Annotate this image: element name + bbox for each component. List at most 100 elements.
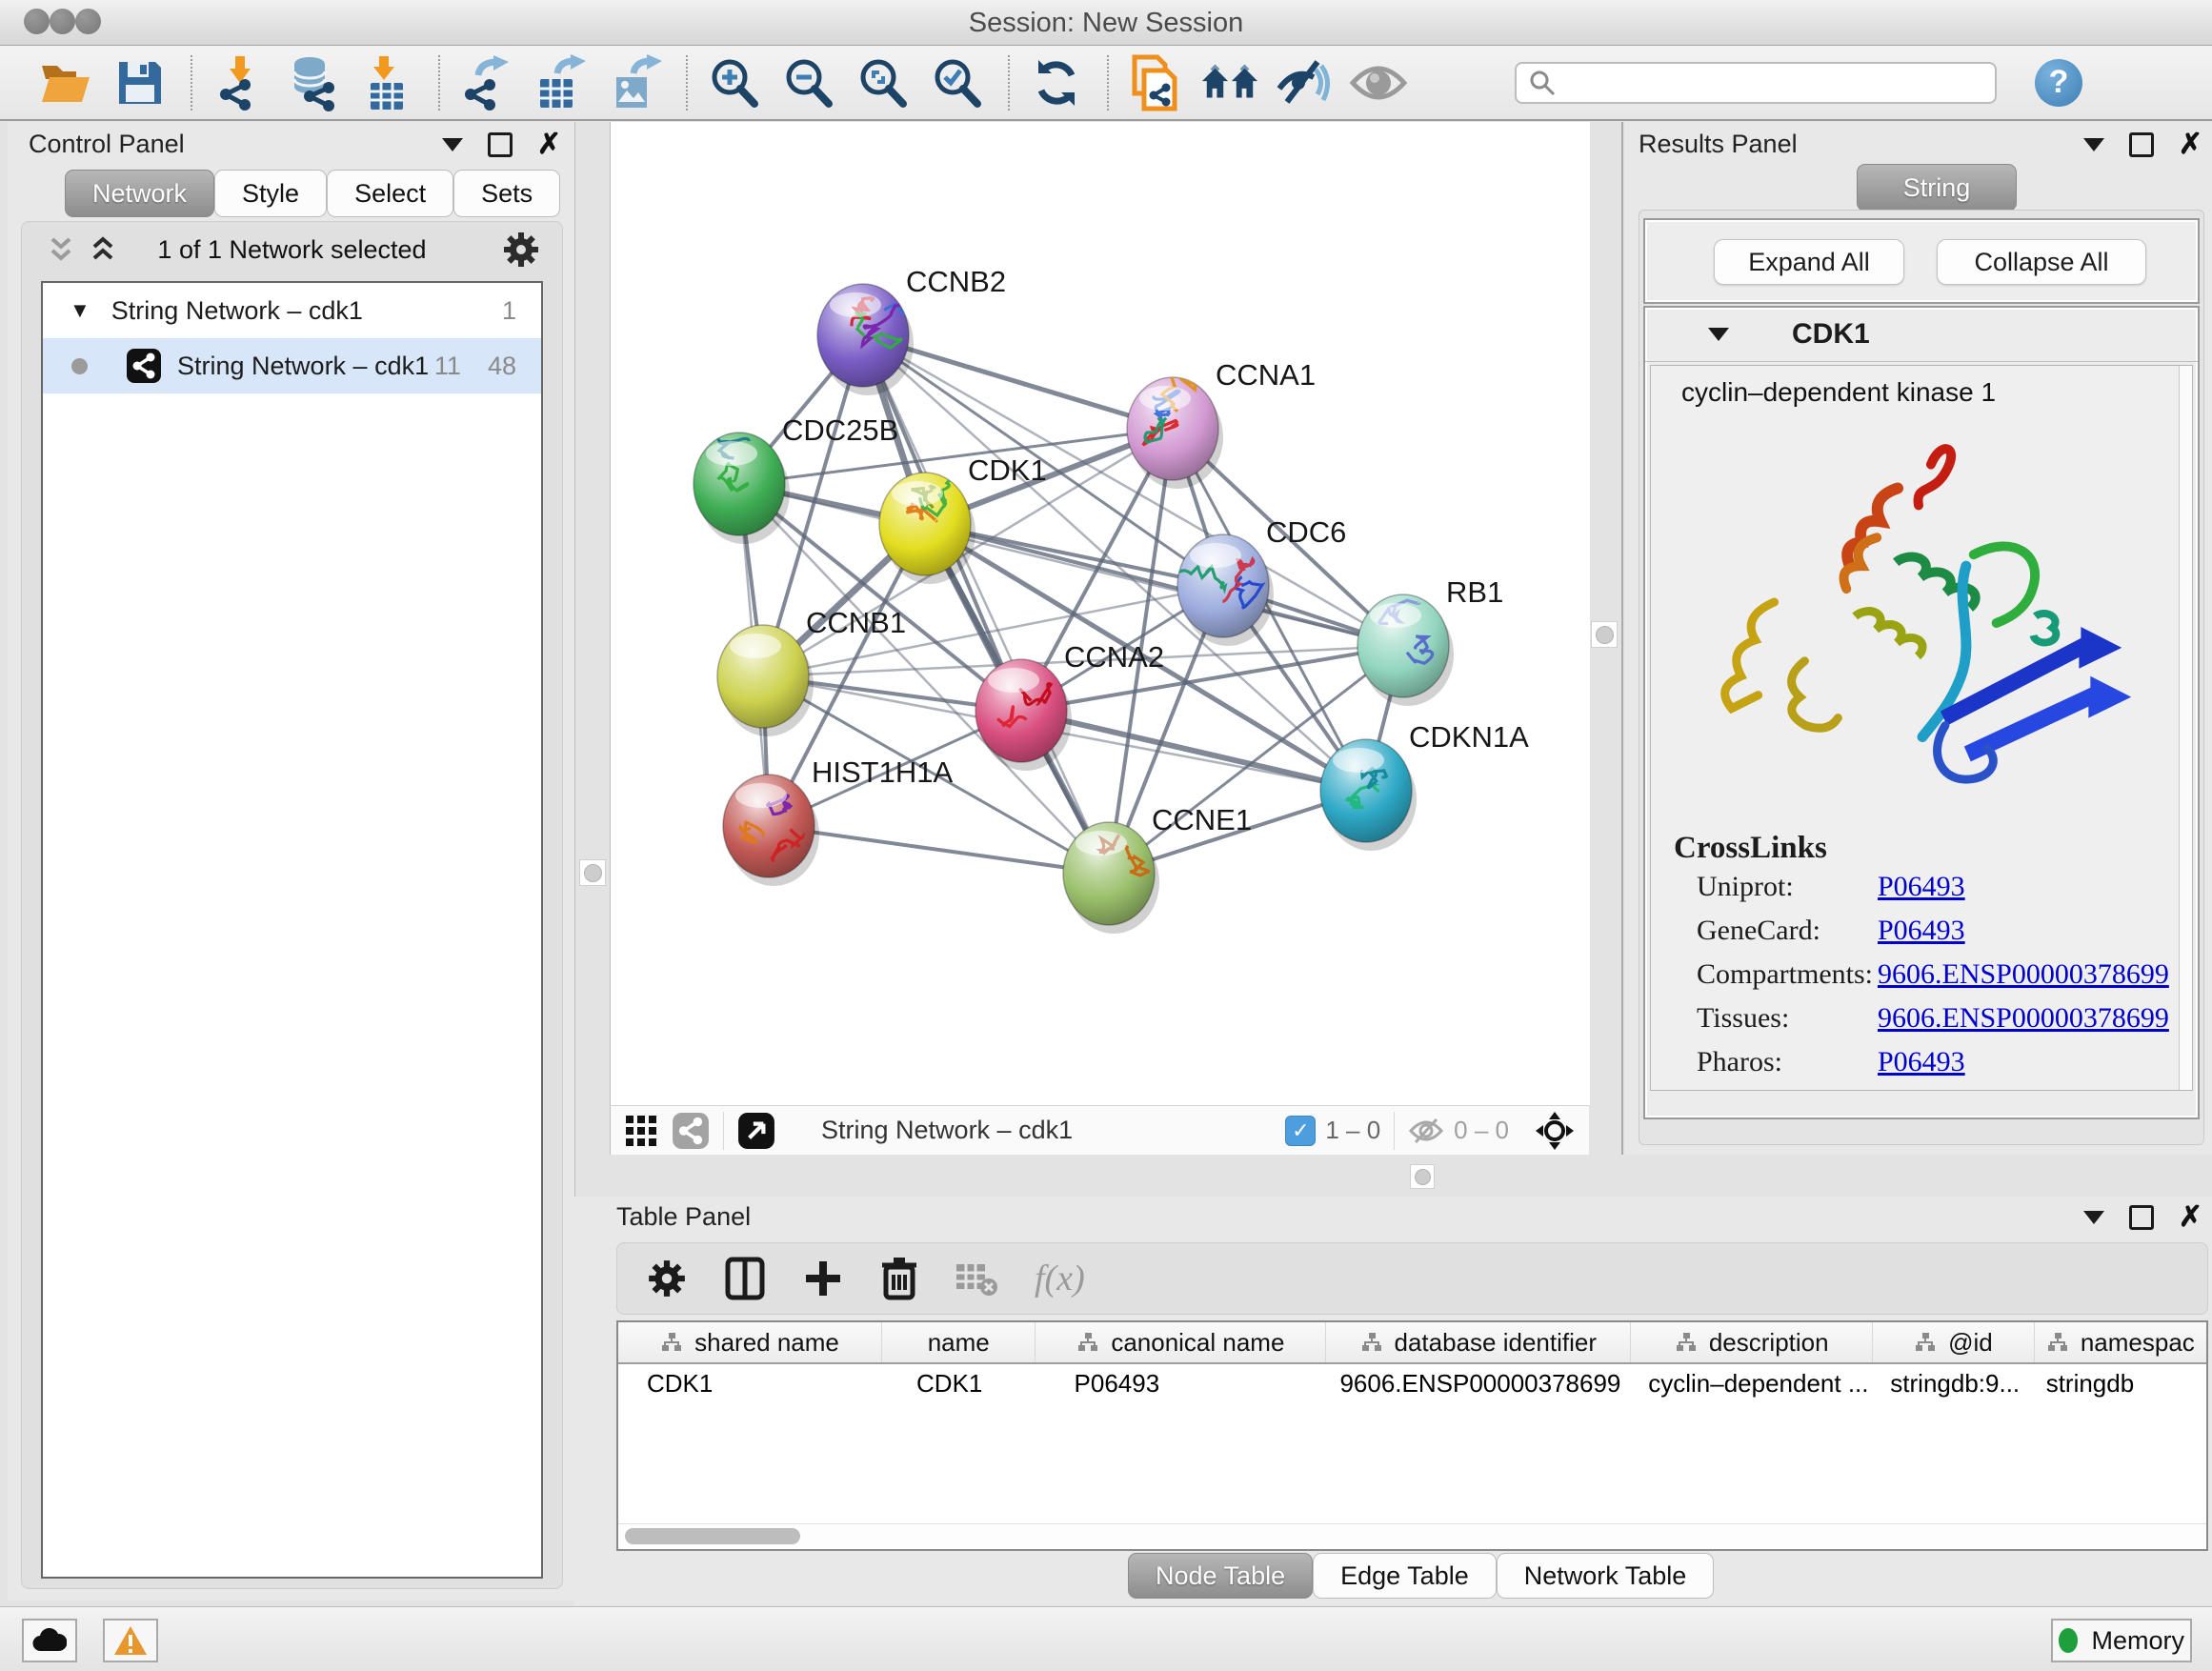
save-session-button[interactable] <box>111 53 170 112</box>
float-panel-icon[interactable] <box>488 132 513 157</box>
table-splitter-handle[interactable] <box>1410 1164 1435 1189</box>
memory-button[interactable]: Memory <box>2051 1619 2192 1662</box>
network-row-selected[interactable]: String Network – cdk1 11 48 <box>43 338 541 393</box>
delete-table-button[interactable] <box>955 1260 998 1297</box>
zoom-selected-button[interactable] <box>928 53 987 112</box>
import-table-button[interactable] <box>358 53 417 112</box>
gene-section-header[interactable]: CDK1 <box>1645 308 2198 362</box>
gear-icon[interactable] <box>501 230 541 270</box>
hide-selected-button[interactable] <box>1275 53 1334 112</box>
uniprot-link[interactable]: P06493 <box>1878 871 1965 903</box>
export-image-button[interactable] <box>606 53 665 112</box>
column-header[interactable]: namespac <box>2035 1322 2206 1362</box>
help-button[interactable]: ? <box>2035 59 2082 107</box>
network-status-dot <box>71 358 88 374</box>
network-collection-row[interactable]: ▼ String Network – cdk1 1 <box>43 283 541 338</box>
network-view-title: String Network – cdk1 <box>821 1116 1285 1145</box>
close-panel-icon[interactable]: ✗ <box>2179 135 2202 154</box>
tab-edge-table[interactable]: Edge Table <box>1313 1553 1497 1599</box>
tab-select[interactable]: Select <box>327 170 453 217</box>
gene-collapse-icon[interactable] <box>1708 328 1729 341</box>
toolbar-separator <box>1394 1112 1395 1150</box>
scrollbar-thumb[interactable] <box>625 1528 800 1544</box>
results-splitter[interactable] <box>1621 122 1623 1155</box>
toolbar-separator <box>1107 55 1109 111</box>
hierarchy-icon <box>1675 1332 1698 1353</box>
main-toolbar: ? <box>0 46 2212 121</box>
hidden-eye-icon[interactable] <box>1408 1117 1444 1145</box>
tab-string[interactable]: String <box>1857 164 2017 211</box>
column-header[interactable]: canonical name <box>1036 1322 1326 1362</box>
selected-nodes-checkbox[interactable]: ✓ <box>1285 1116 1316 1146</box>
export-network-button[interactable] <box>457 53 516 112</box>
table-horizontal-scrollbar[interactable] <box>618 1523 2206 1549</box>
refresh-button[interactable] <box>1027 53 1086 112</box>
column-header[interactable]: description <box>1631 1322 1873 1362</box>
show-all-button[interactable] <box>1349 53 1408 112</box>
table-row[interactable]: CDK1 CDK1 P06493 9606.ENSP00000378699 cy… <box>618 1364 2206 1402</box>
zoom-out-button[interactable] <box>779 53 838 112</box>
left-splitter-handle[interactable] <box>579 859 606 886</box>
expand-all-button[interactable]: Expand All <box>1714 239 1904 285</box>
compartments-link[interactable]: 9606.ENSP00000378699 <box>1878 958 2169 991</box>
zoom-in-button[interactable] <box>705 53 764 112</box>
tab-node-table[interactable]: Node Table <box>1128 1553 1313 1599</box>
genecard-link[interactable]: P06493 <box>1878 915 1965 947</box>
import-network-from-database-button[interactable] <box>284 53 343 112</box>
column-header[interactable]: name <box>882 1322 1036 1362</box>
save-session-icon <box>115 58 165 108</box>
tissues-link[interactable]: 9606.ENSP00000378699 <box>1878 1002 2169 1035</box>
close-panel-icon[interactable]: ✗ <box>2179 1208 2202 1227</box>
toolbar-separator <box>723 1112 724 1150</box>
function-builder-button[interactable]: f(x) <box>1035 1258 1085 1299</box>
network-view-toolbar: String Network – cdk1 ✓ 1 – 0 0 – 0 <box>610 1105 1589 1155</box>
tab-style[interactable]: Style <box>214 170 327 217</box>
export-table-button[interactable] <box>532 53 591 112</box>
float-panel-icon[interactable] <box>2129 1205 2154 1230</box>
panel-menu-icon[interactable] <box>2083 1211 2104 1224</box>
pharos-link[interactable]: P06493 <box>1878 1046 1965 1078</box>
toolbar-separator <box>686 55 688 111</box>
node-label: CCNA1 <box>1216 358 1316 392</box>
network-view-icon[interactable] <box>672 1112 710 1150</box>
collection-count: 1 <box>502 296 516 326</box>
delete-column-button[interactable] <box>880 1256 918 1301</box>
close-panel-icon[interactable]: ✗ <box>537 135 561 154</box>
detach-view-icon[interactable] <box>737 1112 775 1150</box>
clone-network-button[interactable] <box>1126 53 1185 112</box>
show-column-button[interactable] <box>724 1256 766 1301</box>
cloud-button[interactable] <box>22 1619 77 1662</box>
zoom-fit-button[interactable] <box>854 53 913 112</box>
open-session-button[interactable] <box>36 53 95 112</box>
right-splitter-handle[interactable] <box>1591 621 1618 648</box>
column-header[interactable]: database identifier <box>1326 1322 1631 1362</box>
network-selection-status: 1 of 1 Network selected <box>22 235 562 265</box>
column-header[interactable]: @id <box>1873 1322 2034 1362</box>
tab-sets[interactable]: Sets <box>453 170 560 217</box>
search-input[interactable] <box>1515 62 1997 104</box>
first-neighbors-button[interactable] <box>1200 53 1259 112</box>
import-network-from-file-button[interactable] <box>210 53 269 112</box>
collection-expand-icon[interactable]: ▼ <box>70 298 90 323</box>
tab-network[interactable]: Network <box>65 170 214 217</box>
birdseye-icon[interactable] <box>1534 1110 1576 1152</box>
node-label: HIST1H1A <box>812 755 953 789</box>
column-header[interactable]: shared name <box>618 1322 882 1362</box>
selected-counts: 1 – 0 <box>1325 1116 1380 1145</box>
panel-menu-icon[interactable] <box>2083 138 2104 151</box>
network-canvas[interactable]: CCNB2CCNA1CDC25BCDK1CDC6RB1CCNB1CCNA2CDK… <box>610 122 1590 1105</box>
create-column-button[interactable] <box>802 1258 844 1299</box>
panel-menu-icon[interactable] <box>442 138 463 151</box>
network-node-count: 11 <box>434 352 461 381</box>
collapse-all-button[interactable]: Collapse All <box>1937 239 2146 285</box>
warnings-button[interactable] <box>103 1619 158 1662</box>
crosslink-label: Tissues: <box>1697 1002 1789 1035</box>
hierarchy-icon <box>1076 1332 1099 1353</box>
hierarchy-icon <box>660 1332 683 1353</box>
tab-network-table[interactable]: Network Table <box>1497 1553 1715 1599</box>
crosslink-label: Pharos: <box>1697 1046 1782 1078</box>
float-panel-icon[interactable] <box>2129 132 2154 157</box>
grid-view-icon[interactable] <box>624 1114 658 1148</box>
table-options-button[interactable] <box>646 1258 688 1299</box>
results-scrollbar[interactable] <box>2179 366 2192 1090</box>
